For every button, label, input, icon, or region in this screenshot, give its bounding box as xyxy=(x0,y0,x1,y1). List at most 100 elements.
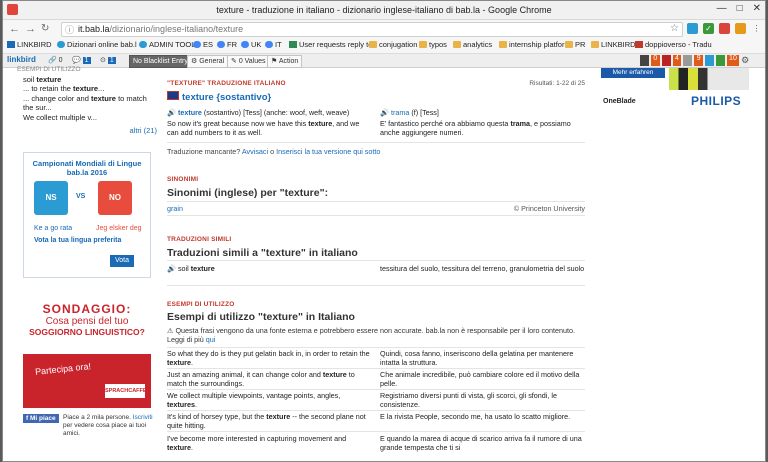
sidebar-example: We collect multiple v... xyxy=(23,112,97,122)
extension-red-icon[interactable] xyxy=(719,23,730,34)
synonyms-heading: Sinonimi (inglese) per "texture": xyxy=(167,187,329,199)
similar-it: tessitura del suolo, tessitura del terre… xyxy=(380,264,585,273)
vote-text: Vota la tua lingua preferita xyxy=(34,237,122,244)
info-icon[interactable]: ⓘ xyxy=(65,23,74,36)
example-row-en: Just an amazing animal, it can change co… xyxy=(167,370,355,388)
example-row-it: Registriamo diversi punti di vista, gli … xyxy=(380,391,557,409)
example-row-en: So what they do is they put gelatin back… xyxy=(167,349,370,367)
values-button[interactable]: ✎ 0 Values xyxy=(227,55,270,68)
bookmark-folder[interactable]: internship platform xyxy=(499,40,571,49)
url-path: /dizionario/inglese-italiano/texture xyxy=(109,24,244,34)
bookmark-folder[interactable]: PR xyxy=(565,40,585,49)
minimize-button[interactable]: — xyxy=(717,3,727,14)
bookmark-item[interactable]: IT xyxy=(265,40,282,49)
bookmark-item[interactable]: User requests reply to xyxy=(289,40,372,49)
section-label: TRADUZIONI SIMILI xyxy=(167,236,232,243)
sidebar-example: the sur... xyxy=(23,103,52,112)
bookmark-item[interactable]: Dizionari online bab.l xyxy=(57,40,137,49)
sprachcaffe-logo: SPRACHCAFFE xyxy=(105,384,147,398)
missing-translation: Traduzione mancante? Avvisaci o Inserisc… xyxy=(167,147,381,156)
bookmark-folder[interactable]: conjugation xyxy=(369,40,417,49)
insert-link[interactable]: Inserisci la tua versione qui sotto xyxy=(276,147,380,156)
reload-icon[interactable]: ↻ xyxy=(41,23,49,34)
extension-check-icon[interactable]: ✓ xyxy=(703,23,714,34)
bookmark-item[interactable]: ES xyxy=(193,40,213,49)
back-icon[interactable]: ← xyxy=(9,23,20,35)
browser-window: texture - traduzione in italiano - dizio… xyxy=(2,0,766,462)
left-sidebar: ESEMPI DI UTILIZZO soil texture ... to r… xyxy=(17,66,157,136)
vote-button[interactable]: Vota xyxy=(110,255,134,267)
section-label: SINONIMI xyxy=(167,176,199,183)
translation-en: 🔊 texture (sostantivo) [Tess] (anche: wo… xyxy=(167,108,350,117)
sidebar-example: ... to retain the texture... xyxy=(23,84,105,93)
url-bar[interactable]: ⓘ it.bab.la/dizionario/inglese-italiano/… xyxy=(61,22,683,37)
example-row-en: It's kind of horsey type, but the textur… xyxy=(167,412,366,430)
contest-title: Campionati Mondiali di Lingue bab.la 201… xyxy=(32,159,142,177)
results-count: Risultati: 1-22 di 25 xyxy=(529,80,585,87)
fb-like-button[interactable]: f Mi piace xyxy=(23,414,59,423)
bookmark-item[interactable]: UK xyxy=(241,40,261,49)
warning-text: ⚠ Questa frasi vengono da una fonte este… xyxy=(167,326,576,344)
report-link[interactable]: Avvisaci xyxy=(242,147,268,156)
it-word-link[interactable]: trama xyxy=(391,108,409,117)
warning-icon: ⚠ xyxy=(167,326,174,335)
audio-icon[interactable]: 🔊 xyxy=(380,108,389,117)
linkbird-logo: linkbird xyxy=(7,55,36,64)
window-title: texture - traduzione in italiano - dizio… xyxy=(216,5,552,15)
example-row-it: Quindi, cosa fanno, inseriscono della ge… xyxy=(380,349,574,367)
bookmark-item[interactable]: LINKBIRD xyxy=(7,40,52,49)
maximize-button[interactable]: □ xyxy=(737,3,743,14)
read-more-link[interactable]: qui xyxy=(206,335,216,344)
similar-heading: Traduzioni simili a "texture" in italian… xyxy=(167,247,358,259)
audio-icon[interactable]: 🔊 xyxy=(167,264,176,273)
action-button[interactable]: ⚑ Action xyxy=(267,55,303,68)
fb-signup-link[interactable]: Iscriviti xyxy=(133,414,153,421)
settings-icon[interactable]: ⚙ xyxy=(741,55,750,66)
extension-orange-icon[interactable] xyxy=(735,23,746,34)
general-button[interactable]: ⚙ General xyxy=(187,55,229,68)
example-row-it: E la rivista People, secondo me, ha usat… xyxy=(380,412,571,421)
survey-q2: SOGGIORNO LINGUISTICO? xyxy=(29,327,145,337)
extension-badges: 0 4 9 10 ⚙ xyxy=(640,55,750,66)
survey-ad[interactable]: SONDAGGIO: Cosa pensi del tuo SOGGIORNO … xyxy=(23,302,151,408)
close-button[interactable]: ✕ xyxy=(753,3,761,14)
en-word-link[interactable]: texture xyxy=(178,108,202,117)
bookmark-star-icon[interactable]: ☆ xyxy=(670,23,679,34)
example-it: E' fantastico perché ora abbiamo questa … xyxy=(380,119,571,137)
section-label: "TEXTURE" TRADUZIONE ITALIANO xyxy=(167,80,286,87)
sidebar-heading: ESEMPI DI UTILIZZO xyxy=(17,66,81,73)
audio-icon[interactable]: 🔊 xyxy=(167,108,176,117)
ad-product-image xyxy=(669,68,749,90)
bookmark-item[interactable]: doppioverso - Tradu xyxy=(635,40,712,49)
bookmark-folder[interactable]: typos xyxy=(419,40,447,49)
forward-icon[interactable]: → xyxy=(25,23,36,35)
bookmark-item[interactable]: ADMIN TOOL xyxy=(139,40,195,49)
vs-label: VS xyxy=(76,193,86,200)
similar-en: 🔊 soil texture xyxy=(167,264,215,273)
bookmark-item[interactable]: FR xyxy=(217,40,237,49)
philips-logo: PHILIPS xyxy=(691,94,742,108)
extension-icon[interactable] xyxy=(687,23,698,34)
uk-flag-icon xyxy=(167,91,179,100)
menu-icon[interactable]: ⋮ xyxy=(751,23,762,34)
survey-cta[interactable]: Partecipa ora! xyxy=(35,361,92,377)
bookmark-folder[interactable]: LINKBIRD xyxy=(591,40,636,49)
entry-heading: texture {sostantivo} xyxy=(167,91,271,103)
left-caption: Ke a go rata xyxy=(34,225,73,232)
ad-product: OneBlade xyxy=(603,98,636,105)
more-examples-link[interactable]: altri (21) xyxy=(17,126,157,136)
tshirt-left[interactable]: NS xyxy=(34,181,68,215)
synonym-link[interactable]: grain xyxy=(167,204,183,213)
translation-it: 🔊 trama (f) [Tess] xyxy=(380,108,439,117)
right-caption: Jeg elsker deg xyxy=(96,225,142,232)
list-icon[interactable] xyxy=(640,55,649,66)
ad-button[interactable]: Mehr erfahren xyxy=(601,68,665,78)
philips-ad[interactable]: Mehr erfahren OneBlade PHILIPS xyxy=(599,68,755,114)
bookmark-folder[interactable]: analytics xyxy=(453,40,492,49)
sidebar-example: soil texture xyxy=(23,74,62,84)
bookmarks-bar: LINKBIRD Dizionari online bab.l ADMIN TO… xyxy=(3,38,765,54)
title-bar: texture - traduzione in italiano - dizio… xyxy=(3,1,765,20)
example-row-en: We collect multiple viewpoints, vantage … xyxy=(167,391,341,409)
example-row-it: Che animale incredibile, può cambiare co… xyxy=(380,370,580,388)
tshirt-right[interactable]: NO xyxy=(98,181,132,215)
